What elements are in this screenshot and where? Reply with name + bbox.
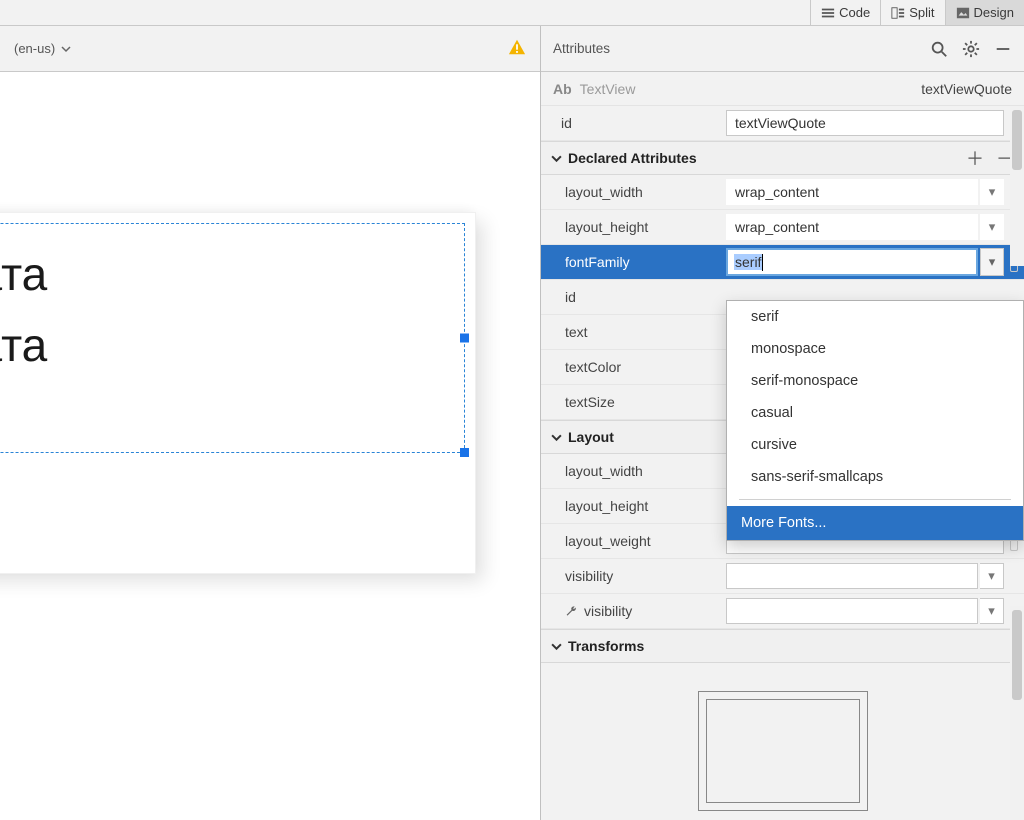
device-frame: та цитата та цитата bbox=[0, 213, 475, 573]
transforms-preview[interactable] bbox=[698, 691, 868, 811]
attr-label: id bbox=[541, 289, 726, 305]
attributes-panel-header: Attributes bbox=[541, 26, 1024, 72]
declared-header-label: Declared Attributes bbox=[568, 150, 697, 166]
selected-component-header: Ab TextView textViewQuote bbox=[541, 72, 1024, 106]
layout-height-value[interactable]: wrap_content bbox=[726, 214, 978, 240]
selected-kind: TextView bbox=[580, 81, 636, 97]
layout-header-label: Layout bbox=[568, 429, 614, 445]
view-tab-split-label: Split bbox=[909, 5, 934, 20]
dropdown-arrow[interactable]: ▾ bbox=[980, 598, 1004, 624]
wrench-icon bbox=[565, 605, 578, 618]
locale-dropdown[interactable]: (en-us) bbox=[14, 41, 71, 56]
chevron-down-icon bbox=[61, 44, 71, 54]
split-icon bbox=[891, 6, 905, 20]
scrollbar-thumb[interactable] bbox=[1012, 610, 1022, 700]
minimize-icon[interactable] bbox=[994, 40, 1012, 58]
scrollbar-declared[interactable] bbox=[1010, 106, 1024, 266]
chevron-down-icon bbox=[551, 153, 562, 164]
attr-label: text bbox=[541, 324, 726, 340]
canvas-config-bar: (en-us) bbox=[0, 26, 540, 72]
visibility-input[interactable] bbox=[726, 563, 978, 589]
section-declared-attributes[interactable]: Declared Attributes ＋ － bbox=[541, 141, 1024, 175]
font-option-casual[interactable]: casual bbox=[727, 397, 1023, 429]
attributes-title: Attributes bbox=[553, 41, 610, 56]
attr-label: layout_weight bbox=[541, 533, 726, 549]
view-tab-split[interactable]: Split bbox=[880, 0, 944, 25]
view-tab-design[interactable]: Design bbox=[945, 0, 1024, 25]
attr-label: visibility bbox=[541, 568, 726, 584]
locale-value: (en-us) bbox=[14, 41, 55, 56]
popup-separator bbox=[739, 499, 1011, 500]
font-option-more-fonts[interactable]: More Fonts... bbox=[727, 506, 1023, 540]
attr-label: textColor bbox=[541, 359, 726, 375]
fontfamily-popup: serif monospace serif-monospace casual c… bbox=[726, 300, 1024, 541]
design-surface[interactable]: та цитата та цитата bbox=[0, 72, 540, 820]
scrollbar-thumb[interactable] bbox=[1012, 110, 1022, 170]
dropdown-arrow[interactable]: ▾ bbox=[980, 214, 1004, 240]
view-tab-design-label: Design bbox=[974, 5, 1014, 20]
attr-label-fontfamily: fontFamily bbox=[541, 254, 726, 270]
font-option-cursive[interactable]: cursive bbox=[727, 429, 1023, 461]
text-caret bbox=[762, 254, 763, 271]
scrollbar-layout[interactable] bbox=[1010, 606, 1024, 820]
code-icon bbox=[821, 6, 835, 20]
ab-icon: Ab bbox=[553, 81, 572, 97]
fontfamily-input[interactable]: serif bbox=[726, 248, 978, 276]
selection-outline bbox=[0, 223, 465, 453]
dropdown-arrow[interactable]: ▾ bbox=[980, 563, 1004, 589]
resize-handle-right[interactable] bbox=[460, 334, 469, 343]
attr-label: layout_height bbox=[541, 219, 726, 235]
attr-row-tools-visibility: visibility ▾ bbox=[541, 594, 1024, 629]
font-option-monospace[interactable]: monospace bbox=[727, 333, 1023, 365]
attr-row-layout-width: layout_width wrap_content ▾ bbox=[541, 175, 1024, 210]
transforms-header-label: Transforms bbox=[568, 638, 644, 654]
view-tab-code[interactable]: Code bbox=[810, 0, 880, 25]
attr-row-id-top: id textViewQuote bbox=[541, 106, 1024, 141]
textview-quote-preview[interactable]: та цитата та цитата bbox=[0, 239, 47, 382]
attr-label-id: id bbox=[541, 115, 726, 131]
warning-icon[interactable] bbox=[508, 38, 526, 59]
attr-label: textSize bbox=[541, 394, 726, 410]
fontfamily-dropdown-btn[interactable]: ▾ bbox=[980, 248, 1004, 276]
chevron-down-icon bbox=[551, 641, 562, 652]
add-attribute-button[interactable]: ＋ bbox=[966, 145, 984, 171]
resize-handle-br[interactable] bbox=[460, 448, 469, 457]
fontfamily-value: serif bbox=[734, 254, 762, 270]
section-transforms[interactable]: Transforms bbox=[541, 629, 1024, 663]
dropdown-arrow[interactable]: ▾ bbox=[980, 179, 1004, 205]
attr-label-tools-visibility: visibility bbox=[541, 603, 726, 619]
view-mode-tabs: Code Split Design bbox=[0, 0, 1024, 26]
chevron-down-icon bbox=[551, 432, 562, 443]
id-input[interactable]: textViewQuote bbox=[726, 110, 1004, 136]
design-icon bbox=[956, 6, 970, 20]
selected-id-display: textViewQuote bbox=[921, 81, 1012, 97]
font-option-sans-serif-smallcaps[interactable]: sans-serif-smallcaps bbox=[727, 461, 1023, 493]
attr-row-fontfamily: fontFamily serif ▾ bbox=[541, 245, 1024, 280]
gear-icon[interactable] bbox=[962, 40, 980, 58]
attr-label: layout_width bbox=[541, 463, 726, 479]
attr-row-visibility: visibility ▾ bbox=[541, 559, 1024, 594]
attr-label: layout_height bbox=[541, 498, 726, 514]
tools-visibility-input[interactable] bbox=[726, 598, 978, 624]
view-tab-code-label: Code bbox=[839, 5, 870, 20]
attr-label: layout_width bbox=[541, 184, 726, 200]
layout-width-value[interactable]: wrap_content bbox=[726, 179, 978, 205]
font-option-serif[interactable]: serif bbox=[727, 301, 1023, 333]
font-option-serif-monospace[interactable]: serif-monospace bbox=[727, 365, 1023, 397]
search-icon[interactable] bbox=[930, 40, 948, 58]
attr-row-layout-height: layout_height wrap_content ▾ bbox=[541, 210, 1024, 245]
